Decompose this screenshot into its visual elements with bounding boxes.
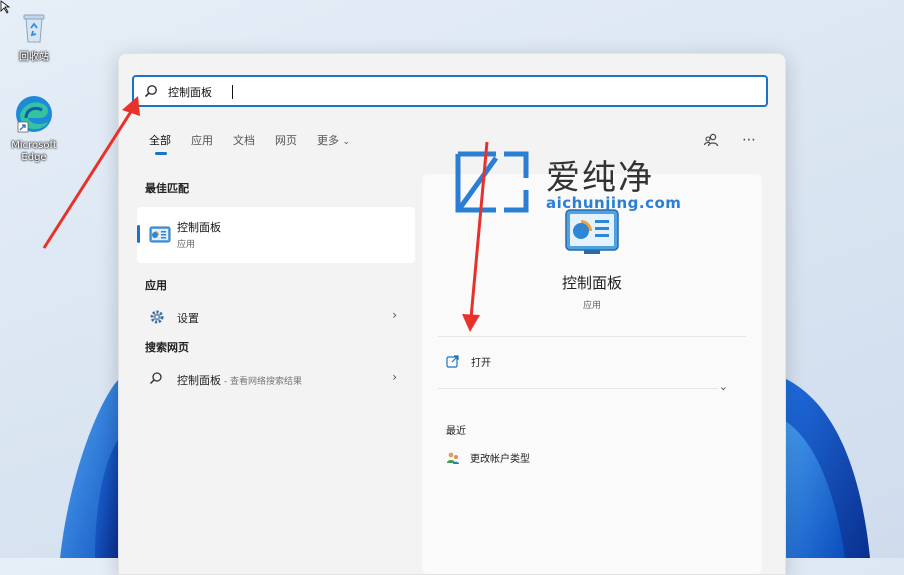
result-row-settings[interactable]: 设置 › bbox=[137, 301, 415, 331]
chevron-right-icon: › bbox=[392, 370, 397, 384]
divider bbox=[438, 388, 718, 389]
more-options-icon: ⋯ bbox=[742, 132, 756, 148]
watermark: 爱纯净 aichunjing.com bbox=[452, 150, 702, 214]
search-icon bbox=[144, 85, 157, 98]
recent-heading: 最近 bbox=[446, 426, 466, 437]
results-list: 最佳匹配 控制面板 应用 应用 设置 › 搜索网页 控制面板 - 查看网络搜索结… bbox=[137, 180, 415, 393]
desktop-icon-recycle-bin[interactable]: 回收站 bbox=[2, 8, 66, 64]
tab-label: 全部 bbox=[149, 134, 171, 147]
result-label: 设置 bbox=[177, 312, 199, 325]
divider bbox=[438, 336, 746, 337]
chevron-down-icon: ⌄ bbox=[718, 380, 728, 393]
tab-web[interactable]: 网页 bbox=[275, 134, 297, 156]
result-title: 控制面板 bbox=[177, 221, 221, 234]
recycle-bin-icon bbox=[23, 14, 45, 43]
open-icon bbox=[446, 355, 459, 368]
gear-icon bbox=[150, 310, 164, 324]
tab-label: 应用 bbox=[191, 134, 213, 147]
account-switch-button[interactable] bbox=[701, 130, 721, 150]
selection-indicator bbox=[137, 225, 140, 243]
watermark-logo-icon bbox=[455, 151, 529, 213]
result-row-web-search[interactable]: 控制面板 - 查看网络搜索结果 › bbox=[137, 363, 415, 393]
watermark-url: aichunjing.com bbox=[546, 194, 682, 212]
detail-title: 控制面板 bbox=[561, 274, 622, 292]
start-search-panel: 全部 应用 文档 网页 更多 ⌄ ⋯ 最佳匹配 bbox=[118, 53, 786, 575]
chevron-right-icon: › bbox=[392, 308, 397, 322]
detail-subtitle: 应用 bbox=[582, 301, 601, 311]
mouse-cursor-icon bbox=[0, 0, 11, 14]
result-detail-panel: 控制面板 应用 打开 ⌄ 最近 更改帐户类型 bbox=[422, 174, 762, 574]
open-action-label: 打开 bbox=[471, 358, 491, 369]
result-label: 控制面板 - 查看网络搜索结果 bbox=[177, 372, 302, 388]
tab-label: 更多 bbox=[317, 134, 339, 147]
text-caret bbox=[232, 85, 233, 99]
desktop-icon-label: 回收站 bbox=[19, 52, 49, 63]
edge-browser-icon bbox=[16, 96, 52, 133]
search-icon bbox=[149, 372, 162, 385]
expand-actions-button[interactable]: ⌄ bbox=[719, 380, 728, 393]
control-panel-icon bbox=[149, 226, 171, 243]
section-heading-apps: 应用 bbox=[145, 279, 167, 292]
desktop-icon-edge[interactable]: Microsoft Edge bbox=[2, 92, 66, 164]
web-query-hint: - 查看网络搜索结果 bbox=[221, 377, 302, 387]
recent-item-change-account-type[interactable]: 更改帐户类型 bbox=[446, 450, 530, 465]
users-icon bbox=[447, 452, 459, 464]
search-filter-tabs: 全部 应用 文档 网页 更多 ⌄ bbox=[149, 134, 350, 156]
result-subtitle: 应用 bbox=[177, 240, 196, 250]
open-action[interactable]: 打开 bbox=[446, 354, 491, 369]
watermark-title: 爱纯净 bbox=[546, 158, 654, 198]
tab-all[interactable]: 全部 bbox=[149, 134, 171, 156]
panel-toolbar: ⋯ bbox=[701, 130, 759, 150]
desktop-icon-label: Microsoft Edge bbox=[11, 140, 57, 163]
account-switch-icon bbox=[703, 133, 719, 147]
more-options-button[interactable]: ⋯ bbox=[739, 130, 759, 150]
best-match-result[interactable]: 控制面板 应用 bbox=[137, 207, 415, 263]
tab-label: 文档 bbox=[233, 134, 255, 147]
tab-more[interactable]: 更多 ⌄ bbox=[317, 134, 350, 156]
recent-item-label: 更改帐户类型 bbox=[470, 454, 530, 465]
section-heading-web: 搜索网页 bbox=[145, 341, 189, 354]
tab-label: 网页 bbox=[275, 134, 297, 147]
tab-apps[interactable]: 应用 bbox=[191, 134, 213, 156]
search-box[interactable] bbox=[132, 75, 768, 107]
chevron-down-icon: ⌄ bbox=[342, 137, 351, 147]
section-heading-best-match: 最佳匹配 bbox=[145, 182, 189, 195]
search-input[interactable] bbox=[166, 80, 730, 104]
web-query: 控制面板 bbox=[177, 374, 221, 387]
tab-documents[interactable]: 文档 bbox=[233, 134, 255, 156]
